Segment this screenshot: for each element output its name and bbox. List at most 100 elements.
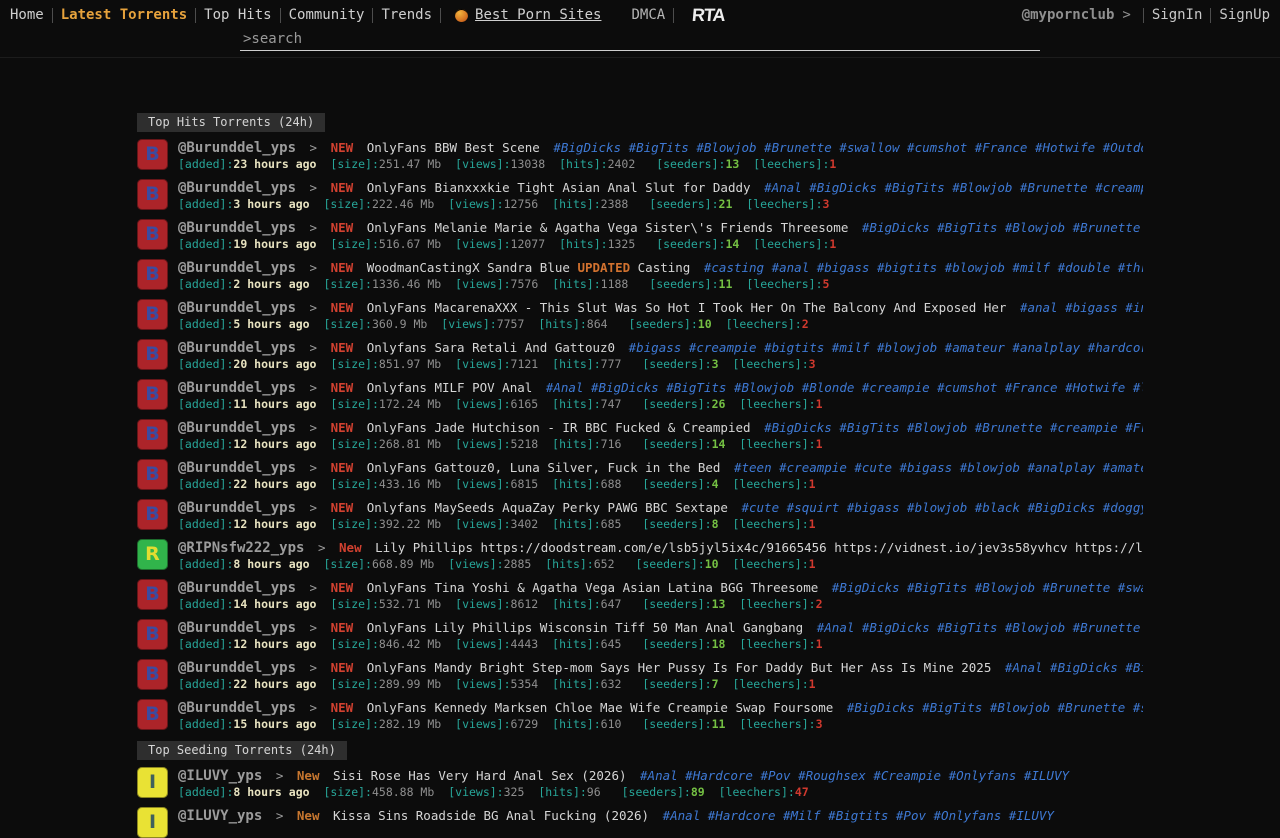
uploader-name[interactable]: @Burunddel_yps bbox=[178, 220, 296, 236]
uploader-name[interactable]: @RIPNsfw222_yps bbox=[178, 540, 304, 556]
uploader-avatar[interactable]: B bbox=[137, 259, 168, 290]
torrent-tags[interactable]: #bigass #creampie #bigtits #milf #blowjo… bbox=[629, 340, 1143, 355]
torrent-tags[interactable]: #Anal #Hardcore #Milf #Bigtits #Pov #Onl… bbox=[663, 808, 1054, 823]
torrent-tags[interactable]: #Anal #Hardcore #Pov #Roughsex #Creampie… bbox=[640, 768, 1069, 783]
torrent-title[interactable]: OnlyFans Mandy Bright Step-mom Says Her … bbox=[367, 660, 992, 675]
torrent-title[interactable]: OnlyFans Lily Phillips Wisconsin Tiff 50… bbox=[367, 620, 804, 635]
torrent-title[interactable]: OnlyFans BBW Best Scene bbox=[367, 140, 540, 155]
torrent-tags[interactable]: #BigDicks #BigTits #Blowjob #Brunette #s… bbox=[862, 220, 1143, 235]
torrent-title[interactable]: Kissa Sins Roadside BG Anal Fucking (202… bbox=[333, 808, 649, 823]
uploader-name[interactable]: @Burunddel_yps bbox=[178, 620, 296, 636]
uploader-avatar[interactable]: B bbox=[137, 179, 168, 210]
uploader-avatar[interactable]: B bbox=[137, 699, 168, 730]
torrent-tags[interactable]: #Anal #BigDicks #BigTits #Blowjob #Brune… bbox=[764, 180, 1143, 195]
torrent-title[interactable]: Onlyfans MILF POV Anal bbox=[367, 380, 533, 395]
new-badge: NEW bbox=[331, 500, 354, 515]
torrent-row: B @Burunddel_yps > NEW OnlyFans Lily Phi… bbox=[137, 619, 1143, 651]
torrent-tags[interactable]: #BigDicks #BigTits #Blowjob #Brunette #s… bbox=[847, 700, 1143, 715]
torrent-stats: [added]:2 hours ago [size]:1336.46 Mb [v… bbox=[178, 277, 1143, 291]
torrent-title[interactable]: OnlyFans Kennedy Marksen Chloe Mae Wife … bbox=[367, 700, 834, 715]
torrent-title[interactable]: OnlyFans Melanie Marie & Agatha Vega Sis… bbox=[367, 220, 849, 235]
uploader-avatar[interactable]: B bbox=[137, 339, 168, 370]
uploader-name[interactable]: @Burunddel_yps bbox=[178, 140, 296, 156]
nav-home[interactable]: Home bbox=[10, 7, 44, 23]
stat-size: [size]:532.71 Mb bbox=[330, 597, 441, 611]
new-badge: NEW bbox=[331, 260, 354, 275]
avatar-letter: B bbox=[145, 625, 159, 644]
chevron-separator: > bbox=[310, 300, 318, 315]
uploader-avatar[interactable]: B bbox=[137, 579, 168, 610]
uploader-avatar[interactable]: B bbox=[137, 499, 168, 530]
torrent-title-line: @Burunddel_yps > NEW Onlyfans MILF POV A… bbox=[178, 379, 1143, 396]
torrent-tags[interactable]: #anal #bigass #interrac… bbox=[1020, 300, 1143, 315]
uploader-name[interactable]: @ILUVY_yps bbox=[178, 808, 262, 824]
torrent-tags[interactable]: #teen #creampie #cute #bigass #blowjob #… bbox=[734, 460, 1143, 475]
stat-hits: [hits]:2402 bbox=[559, 157, 635, 171]
uploader-name[interactable]: @Burunddel_yps bbox=[178, 380, 296, 396]
uploader-avatar[interactable]: R bbox=[137, 539, 168, 570]
torrent-title[interactable]: OnlyFans Jade Hutchison - IR BBC Fucked … bbox=[367, 420, 751, 435]
torrent-tags[interactable]: #Anal #BigDicks #BigTits #Blowjob #Brune… bbox=[817, 620, 1143, 635]
torrent-tags[interactable]: #casting #anal #bigass #bigtits #blowjob… bbox=[704, 260, 1143, 275]
torrent-title[interactable]: Sisi Rose Has Very Hard Anal Sex (2026) bbox=[333, 768, 627, 783]
best-porn-sites-link[interactable]: Best Porn Sites bbox=[455, 7, 601, 23]
uploader-name[interactable]: @Burunddel_yps bbox=[178, 580, 296, 596]
nav-separator bbox=[1210, 8, 1211, 23]
uploader-name[interactable]: @Burunddel_yps bbox=[178, 340, 296, 356]
torrent-title[interactable]: Lily Phillips https://doodstream.com/e/l… bbox=[375, 540, 1143, 555]
uploader-name[interactable]: @Burunddel_yps bbox=[178, 660, 296, 676]
new-badge: NEW bbox=[331, 420, 354, 435]
uploader-name[interactable]: @Burunddel_yps bbox=[178, 460, 296, 476]
nav-top-hits[interactable]: Top Hits bbox=[204, 7, 271, 23]
torrent-title[interactable]: WoodmanCastingX Sandra Blue UPDATED Cast… bbox=[367, 260, 691, 275]
stat-size: [size]:251.47 Mb bbox=[330, 157, 441, 171]
torrent-title-line: @Burunddel_yps > NEW OnlyFans Melanie Ma… bbox=[178, 219, 1143, 236]
uploader-name[interactable]: @Burunddel_yps bbox=[178, 300, 296, 316]
sign-up-link[interactable]: SignUp bbox=[1219, 7, 1270, 23]
best-porn-sites-label[interactable]: Best Porn Sites bbox=[475, 7, 601, 23]
torrent-title[interactable]: Onlyfans MaySeeds AquaZay Perky PAWG BBC… bbox=[367, 500, 728, 515]
uploader-name[interactable]: @Burunddel_yps bbox=[178, 420, 296, 436]
torrent-title[interactable]: OnlyFans Gattouz0, Luna Silver, Fuck in … bbox=[367, 460, 721, 475]
torrent-tags[interactable]: #Anal #BigDicks #BigTits … bbox=[1005, 660, 1143, 675]
chevron-separator: > bbox=[310, 620, 318, 635]
torrent-tags[interactable]: #BigDicks #BigTits #Blowjob #Brunette #s… bbox=[553, 140, 1143, 155]
torrent-title[interactable]: OnlyFans Tina Yoshi & Agatha Vega Asian … bbox=[367, 580, 819, 595]
uploader-avatar[interactable]: B bbox=[137, 299, 168, 330]
torrent-title[interactable]: Onlyfans Sara Retali And Gattouz0 bbox=[367, 340, 615, 355]
torrent-tags[interactable]: #Anal #BigDicks #BigTits #Blowjob #Blond… bbox=[546, 380, 1143, 395]
uploader-avatar[interactable]: I bbox=[137, 767, 168, 798]
uploader-avatar[interactable]: B bbox=[137, 459, 168, 490]
sign-in-link[interactable]: SignIn bbox=[1152, 7, 1203, 23]
uploader-name[interactable]: @Burunddel_yps bbox=[178, 700, 296, 716]
uploader-avatar[interactable]: B bbox=[137, 379, 168, 410]
uploader-avatar[interactable]: B bbox=[137, 619, 168, 650]
torrent-stats: [added]:20 hours ago [size]:851.97 Mb [v… bbox=[178, 357, 1143, 371]
uploader-avatar[interactable]: B bbox=[137, 139, 168, 170]
stat-leechers: [leechers]:2 bbox=[739, 597, 822, 611]
torrent-title-line: @Burunddel_yps > NEW OnlyFans BBW Best S… bbox=[178, 139, 1143, 156]
nav-community[interactable]: Community bbox=[289, 7, 365, 23]
torrent-tags[interactable]: #BigDicks #BigTits #Blowjob #Brunette #s… bbox=[832, 580, 1143, 595]
torrent-title[interactable]: OnlyFans Bianxxxkie Tight Asian Anal Slu… bbox=[367, 180, 751, 195]
stat-hits: [hits]:1325 bbox=[559, 237, 635, 251]
uploader-avatar[interactable]: I bbox=[137, 807, 168, 838]
torrent-tags[interactable]: #BigDicks #BigTits #Blowjob #Brunette #c… bbox=[764, 420, 1143, 435]
uploader-avatar[interactable]: B bbox=[137, 219, 168, 250]
uploader-name[interactable]: @Burunddel_yps bbox=[178, 500, 296, 516]
torrent-title[interactable]: OnlyFans MacarenaXXX - This Slut Was So … bbox=[367, 300, 1007, 315]
uploader-avatar[interactable]: B bbox=[137, 419, 168, 450]
nav-dmca[interactable]: DMCA bbox=[631, 7, 665, 23]
nav-trends[interactable]: Trends bbox=[381, 7, 432, 23]
torrent-stats: [added]:12 hours ago [size]:268.81 Mb [v… bbox=[178, 437, 1143, 451]
uploader-name[interactable]: @ILUVY_yps bbox=[178, 768, 262, 784]
nav-latest-torrents[interactable]: Latest Torrents bbox=[61, 7, 187, 23]
new-badge: NEW bbox=[331, 620, 354, 635]
torrent-info: @ILUVY_yps > New Kissa Sins Roadside BG … bbox=[178, 807, 1143, 838]
avatar-letter: B bbox=[145, 385, 159, 404]
search-input[interactable] bbox=[240, 30, 1040, 51]
uploader-name[interactable]: @Burunddel_yps bbox=[178, 260, 296, 276]
torrent-tags[interactable]: #cute #squirt #bigass #blowjob #black #B… bbox=[741, 500, 1143, 515]
uploader-name[interactable]: @Burunddel_yps bbox=[178, 180, 296, 196]
uploader-avatar[interactable]: B bbox=[137, 659, 168, 690]
